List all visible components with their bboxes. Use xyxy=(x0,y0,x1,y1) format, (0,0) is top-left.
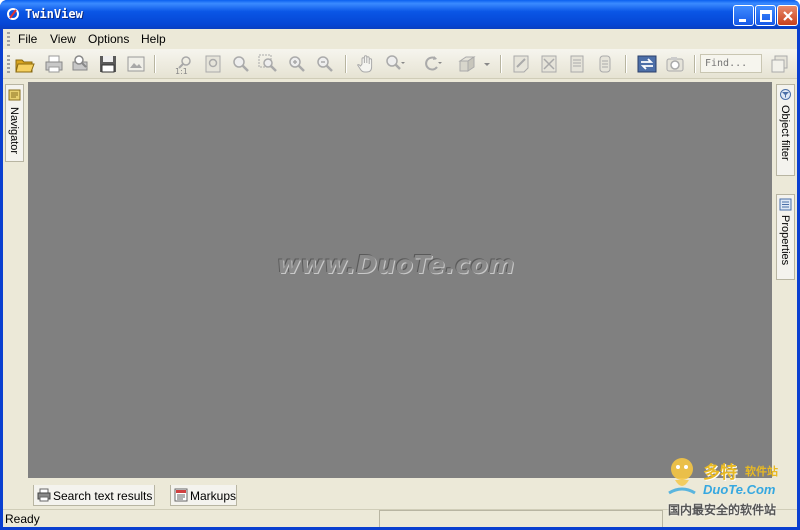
toolbar-separator xyxy=(154,55,156,73)
toolbar: 1:1 xyxy=(3,49,797,79)
menu-bar: File View Options Help xyxy=(3,29,797,49)
toolbar-separator xyxy=(500,55,502,73)
menu-options[interactable]: Options xyxy=(84,31,133,47)
client-area: File View Options Help 1:1 Find... Navig… xyxy=(3,29,797,527)
cut-markup-icon[interactable] xyxy=(538,53,560,75)
compare-icon[interactable] xyxy=(636,53,658,75)
edit-markup-icon[interactable] xyxy=(510,53,532,75)
menu-grip[interactable] xyxy=(7,32,10,46)
markups-icon xyxy=(174,488,188,502)
zoom-dropdown-icon[interactable] xyxy=(384,53,406,75)
tab-markups[interactable]: Markups xyxy=(170,485,237,506)
page-markup-icon[interactable] xyxy=(566,53,588,75)
site-watermark: www.DuoTe.com xyxy=(277,250,515,279)
minimize-button[interactable] xyxy=(733,5,754,26)
navigator-icon xyxy=(8,89,21,101)
tab-navigator[interactable]: Navigator xyxy=(5,84,24,162)
close-icon xyxy=(783,11,793,21)
layers-icon[interactable] xyxy=(594,53,616,75)
toolbar-separator xyxy=(625,55,627,73)
copy-icon[interactable] xyxy=(769,53,791,75)
tab-object-filter-label: Object filter xyxy=(779,105,791,161)
status-pane xyxy=(379,510,663,527)
chevron-down-icon[interactable] xyxy=(481,53,493,75)
zoom-window-icon[interactable] xyxy=(257,53,279,75)
menu-file[interactable]: File xyxy=(14,31,41,47)
minimize-icon xyxy=(739,19,746,22)
tab-navigator-label: Navigator xyxy=(8,107,20,155)
maximize-icon xyxy=(760,10,772,22)
print-icon[interactable] xyxy=(43,53,65,75)
properties-icon xyxy=(779,198,792,211)
tab-object-filter[interactable]: Object filter xyxy=(776,84,795,176)
zoom-1to1-icon[interactable]: 1:1 xyxy=(173,53,195,75)
tab-search-text-results-label: Search text results xyxy=(53,489,153,503)
brand-url: DuoTe.Com xyxy=(703,482,776,497)
rotate-icon[interactable] xyxy=(421,53,443,75)
duote-logo: 多特 软件站 DuoTe.Com 国内最安全的软件站 xyxy=(665,455,798,525)
export-icon[interactable] xyxy=(125,53,147,75)
camera-icon[interactable] xyxy=(664,53,686,75)
brand-sub: 软件站 xyxy=(745,466,778,478)
toolbar-separator xyxy=(694,55,696,73)
status-text: Ready xyxy=(5,512,40,526)
close-button[interactable] xyxy=(777,5,798,26)
filter-icon xyxy=(780,89,791,100)
tab-search-text-results[interactable]: Search text results xyxy=(33,485,155,506)
tab-markups-label: Markups xyxy=(190,489,237,503)
find-input[interactable] xyxy=(700,54,762,73)
tab-properties-label: Properties xyxy=(779,215,791,266)
zoom-icon[interactable] xyxy=(230,53,252,75)
app-window: TwinView File View Options Help 1:1 Find… xyxy=(0,0,800,530)
zoom-page-icon[interactable] xyxy=(202,53,224,75)
svg-text:1:1: 1:1 xyxy=(175,67,188,75)
title-bar[interactable]: TwinView xyxy=(0,0,800,29)
toolbar-separator xyxy=(345,55,347,73)
app-icon xyxy=(7,8,19,20)
maximize-button[interactable] xyxy=(755,5,776,26)
brand-tagline: 国内最安全的软件站 xyxy=(668,503,777,517)
3d-box-icon[interactable] xyxy=(457,53,479,75)
tab-properties[interactable]: Properties xyxy=(776,194,795,280)
window-title: TwinView xyxy=(25,7,83,21)
zoom-out-icon[interactable] xyxy=(314,53,336,75)
print-preview-icon[interactable] xyxy=(69,53,91,75)
document-canvas[interactable]: www.DuoTe.com xyxy=(28,82,772,478)
toolbar-grip[interactable] xyxy=(7,55,10,73)
save-icon[interactable] xyxy=(97,53,119,75)
brand-name: 多特 xyxy=(703,463,737,482)
menu-view[interactable]: View xyxy=(46,31,80,47)
mascot-icon xyxy=(668,458,696,495)
open-icon[interactable] xyxy=(14,53,36,75)
printer-search-icon xyxy=(37,488,51,502)
pan-hand-icon[interactable] xyxy=(356,53,378,75)
zoom-in-icon[interactable] xyxy=(286,53,308,75)
menu-help[interactable]: Help xyxy=(137,31,170,47)
